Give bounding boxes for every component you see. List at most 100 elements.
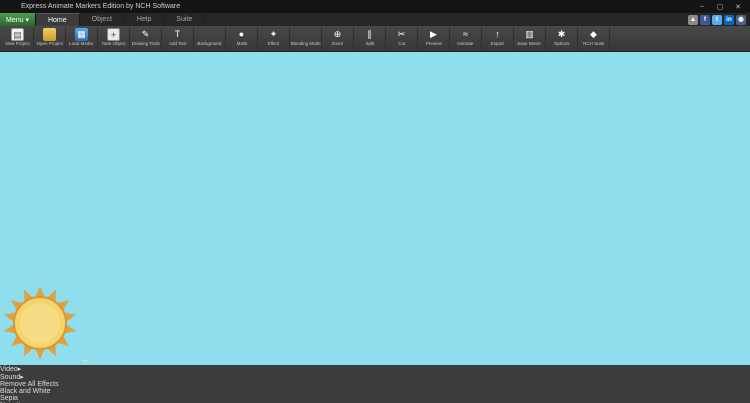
video-effects-submenu: Black and WhiteSepiaNegativeNoiseBrightn…	[0, 388, 750, 403]
tab-home[interactable]: Home	[36, 13, 80, 26]
toolbar-button-zoom[interactable]: ⊕Zoom	[322, 27, 354, 51]
toolbar-button-label: New Project	[5, 42, 29, 47]
toolbar-button-label: Load Media	[70, 42, 94, 47]
tab-suite[interactable]: Suite	[164, 13, 205, 26]
menu-item-sound[interactable]: Sound▸	[0, 373, 750, 381]
toolbar-button-export[interactable]: ↑Export	[482, 27, 514, 51]
social-links: ▲ftin◉	[688, 13, 750, 26]
twitter-icon[interactable]: t	[712, 15, 722, 25]
composition-canvas[interactable]: ✛	[0, 37, 750, 365]
zoom-icon: ⊕	[331, 28, 344, 41]
split-icon: ∥	[363, 28, 376, 41]
cut-icon: ✂	[395, 28, 408, 41]
preview-area: ✛	[0, 37, 750, 365]
window-controls: – ▢ ✕	[697, 3, 747, 11]
menu-item-remove-all-effects[interactable]: Remove All Effects	[0, 381, 750, 388]
toolbar-button-preview[interactable]: ▶Preview	[418, 27, 450, 51]
share-icon[interactable]: ▲	[688, 15, 698, 25]
background-icon	[203, 28, 216, 41]
tab-object[interactable]: Object	[80, 13, 125, 26]
toolbar-button-mask[interactable]: ●Mask	[226, 27, 258, 51]
menu-item-label: Sound	[0, 374, 20, 381]
effect-dropdown-menu: Video▸Sound▸Remove All Effects	[0, 365, 750, 388]
close-button[interactable]: ✕	[733, 3, 743, 11]
toolbar-button-label: Effect	[268, 42, 279, 47]
toolbar-button-label: Export	[491, 42, 504, 47]
cloud-shape	[0, 65, 96, 99]
toolbar-button-new-project[interactable]: ▤New Project	[2, 27, 34, 51]
toolbar-button-options[interactable]: ✱Options	[546, 27, 578, 51]
submenu-item-label: Black and White	[0, 388, 51, 395]
new-project-icon: ▤	[11, 28, 24, 41]
toolbar-button-label: Blending Mode	[290, 42, 320, 47]
toolbar-button-label: Open Project	[36, 42, 62, 47]
toolbar-button-effect[interactable]: ✦Effect	[258, 27, 290, 51]
quick-access-toolbar	[3, 2, 15, 11]
toolbar-button-save-movie[interactable]: ▥Save Movie	[514, 27, 546, 51]
cloud-graphics	[0, 37, 750, 283]
tab-help[interactable]: Help	[125, 13, 164, 26]
animate-icon: ≈	[459, 28, 472, 41]
toolbar-button-label: Save Movie	[518, 42, 542, 47]
cloud-shape	[0, 141, 92, 175]
options-icon: ✱	[555, 28, 568, 41]
toolbar-button-label: Split	[365, 42, 374, 47]
toolbar-button-label: Options	[554, 42, 570, 47]
web-icon[interactable]: ◉	[736, 15, 746, 25]
app-window: Express Animate Markers Edition by NCH S…	[0, 0, 750, 403]
toolbar-button-label: Preview	[425, 42, 441, 47]
cloud-shape	[0, 229, 46, 259]
menu-button[interactable]: Menu ▾	[0, 13, 36, 26]
preview-icon: ▶	[427, 28, 440, 41]
toolbar-button-label: NCH Suite	[583, 42, 604, 47]
toolbar-button-split[interactable]: ∥Split	[354, 27, 386, 51]
anchor-point-icon[interactable]: ✛	[82, 358, 88, 365]
submenu-arrow-icon: ▸	[20, 374, 24, 381]
nch-suite-icon: ◆	[587, 28, 600, 41]
ribbon-tabs: HomeObjectHelpSuite	[36, 13, 205, 26]
toolbar-button-label: Animate	[457, 42, 474, 47]
linkedin-icon[interactable]: in	[724, 15, 734, 25]
submenu-item-sepia[interactable]: Sepia	[0, 395, 750, 402]
submenu-item-black-and-white[interactable]: Black and White	[0, 388, 750, 395]
toolbar-button-add-text[interactable]: TAdd Text	[162, 27, 194, 51]
toolbar-button-blending-mode[interactable]: Blending Mode	[290, 27, 322, 51]
toolbar-button-background[interactable]: Background	[194, 27, 226, 51]
load-media-icon: ▦	[75, 28, 88, 41]
toolbar-button-new-object[interactable]: +New Object	[98, 27, 130, 51]
toolbar-button-label: Mask	[236, 42, 247, 47]
toolbar-button-open-project[interactable]: Open Project	[34, 27, 66, 51]
sun-graphic[interactable]	[0, 283, 80, 363]
window-title: Express Animate Markers Edition by NCH S…	[21, 3, 180, 10]
menu-item-video[interactable]: Video▸	[0, 365, 750, 373]
export-icon: ↑	[491, 28, 504, 41]
submenu-item-label: Sepia	[0, 395, 18, 402]
toolbar-button-label: Zoom	[332, 42, 344, 47]
menu-item-label: Remove All Effects	[0, 381, 59, 388]
toolbar-button-load-media[interactable]: ▦Load Media	[66, 27, 98, 51]
menu-item-label: Video	[0, 366, 18, 373]
effect-icon: ✦	[267, 28, 280, 41]
toolbar-button-nch-suite[interactable]: ◆NCH Suite	[578, 27, 610, 51]
new-object-icon: +	[107, 28, 120, 41]
toolbar-button-label: Add Text	[169, 42, 186, 47]
add-text-icon: T	[171, 28, 184, 41]
toolbar-button-cut[interactable]: ✂Cut	[386, 27, 418, 51]
toolbar-button-label: Cut	[398, 42, 405, 47]
toolbar-button-label: New Object	[102, 42, 125, 47]
toolbar-button-drawing-tools[interactable]: ✎Drawing Tools	[130, 27, 162, 51]
toolbar-button-label: Drawing Tools	[131, 42, 159, 47]
menu-tab-bar: Menu ▾ HomeObjectHelpSuite ▲ftin◉	[0, 13, 750, 26]
cloud-shape	[0, 175, 66, 201]
cloud-shape	[0, 99, 112, 141]
cloud-shape	[0, 259, 60, 283]
main-toolbar: ▤New ProjectOpen Project▦Load Media+New …	[0, 26, 750, 52]
cloud-shape	[0, 201, 72, 229]
maximize-button[interactable]: ▢	[715, 3, 725, 11]
drawing-tools-icon: ✎	[139, 28, 152, 41]
mask-icon: ●	[235, 28, 248, 41]
minimize-button[interactable]: –	[697, 3, 707, 11]
toolbar-button-label: Background	[197, 42, 221, 47]
facebook-icon[interactable]: f	[700, 15, 710, 25]
toolbar-button-animate[interactable]: ≈Animate	[450, 27, 482, 51]
